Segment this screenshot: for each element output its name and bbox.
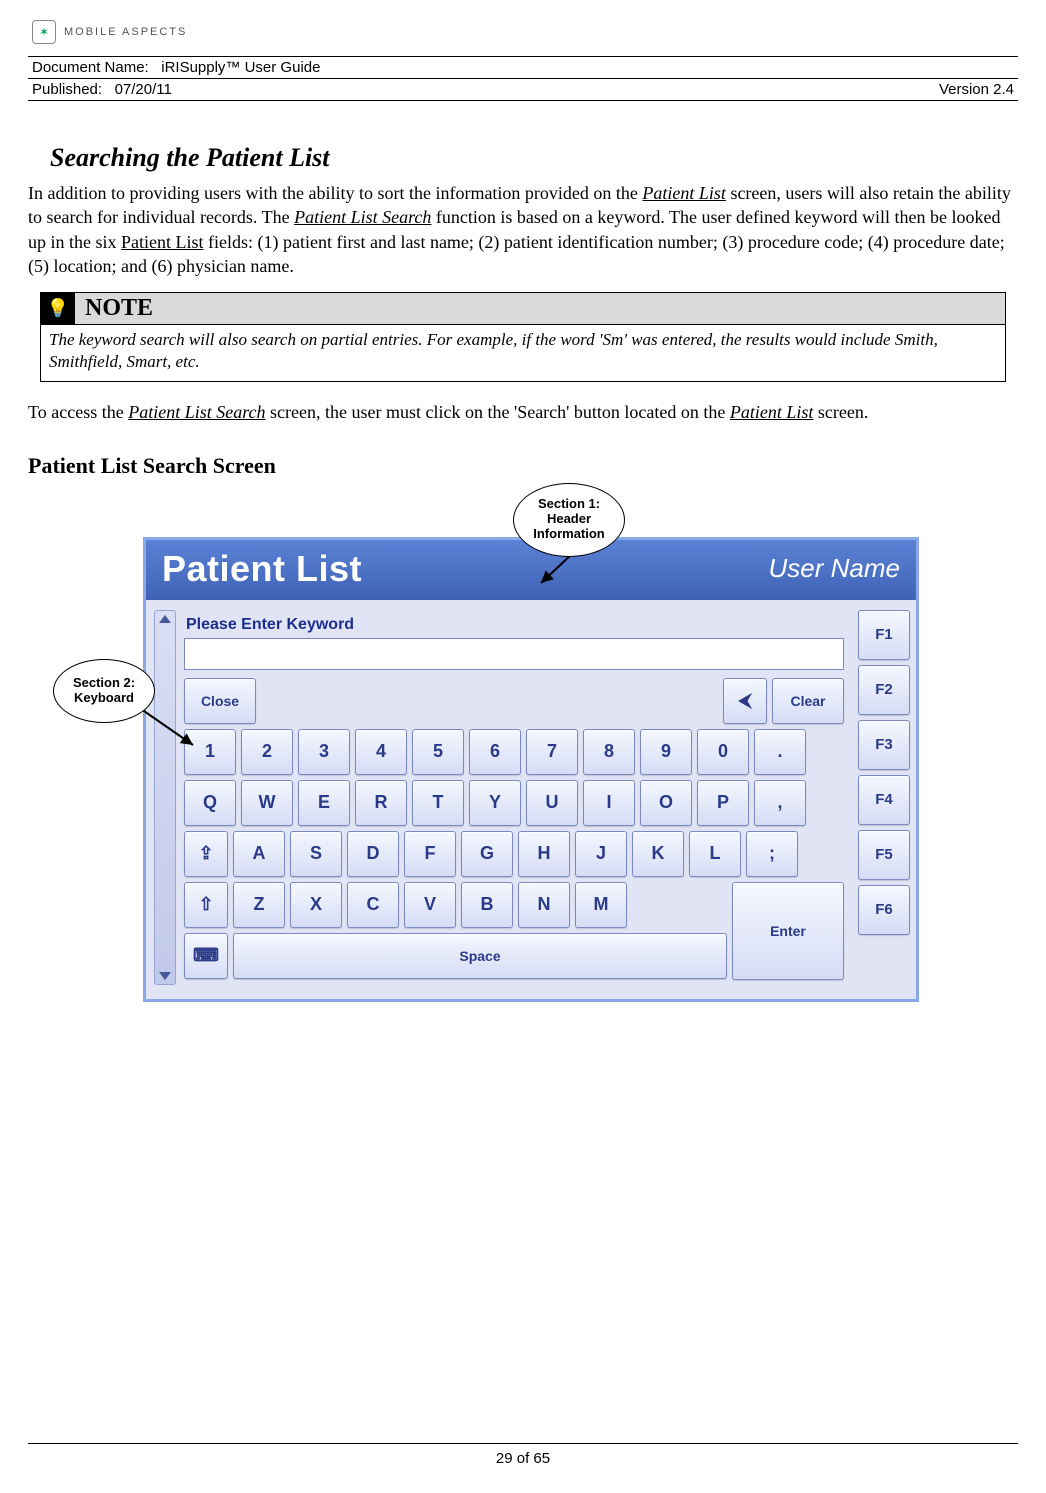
key-5[interactable]: 5 xyxy=(412,729,464,775)
f5-key[interactable]: F5 xyxy=(858,830,910,880)
key-l[interactable]: L xyxy=(689,831,741,877)
version-value: Version 2.4 xyxy=(939,81,1014,98)
key-o[interactable]: O xyxy=(640,780,692,826)
logo-text: MOBILE ASPECTS xyxy=(64,26,187,38)
key-h[interactable]: H xyxy=(518,831,570,877)
lightbulb-icon: 💡 xyxy=(41,293,75,324)
f6-key[interactable]: F6 xyxy=(858,885,910,935)
key-0[interactable]: 0 xyxy=(697,729,749,775)
doc-meta-table: Document Name: iRISupply™ User Guide Pub… xyxy=(28,56,1018,101)
logo-icon: ✶ xyxy=(32,20,56,44)
key-b[interactable]: B xyxy=(461,882,513,928)
f1-key[interactable]: F1 xyxy=(858,610,910,660)
logo: ✶ MOBILE ASPECTS xyxy=(28,20,1018,44)
key-s[interactable]: S xyxy=(290,831,342,877)
clear-button[interactable]: Clear xyxy=(772,678,844,724)
key-a[interactable]: A xyxy=(233,831,285,877)
key-period[interactable]: . xyxy=(754,729,806,775)
page-footer: 29 of 65 xyxy=(28,1443,1018,1467)
subsection-title: Patient List Search Screen xyxy=(28,453,1018,479)
enter-key[interactable]: Enter xyxy=(732,882,844,980)
backspace-key[interactable]: ⮜ xyxy=(723,678,767,724)
paragraph-1: In addition to providing users with the … xyxy=(28,181,1018,278)
key-t[interactable]: T xyxy=(412,780,464,826)
key-z[interactable]: Z xyxy=(233,882,285,928)
note-label: NOTE xyxy=(75,293,163,324)
key-g[interactable]: G xyxy=(461,831,513,877)
key-9[interactable]: 9 xyxy=(640,729,692,775)
keyword-input[interactable] xyxy=(184,638,844,670)
key-x[interactable]: X xyxy=(290,882,342,928)
key-n[interactable]: N xyxy=(518,882,570,928)
app-username: User Name xyxy=(769,553,900,584)
key-4[interactable]: 4 xyxy=(355,729,407,775)
key-u[interactable]: U xyxy=(526,780,578,826)
patient-list-search-window: Patient List User Name Please Enter Keyw… xyxy=(143,537,919,1002)
keyword-label: Please Enter Keyword xyxy=(180,610,848,638)
arrow-icon xyxy=(135,703,205,753)
f2-key[interactable]: F2 xyxy=(858,665,910,715)
key-7[interactable]: 7 xyxy=(526,729,578,775)
key-8[interactable]: 8 xyxy=(583,729,635,775)
key-e[interactable]: E xyxy=(298,780,350,826)
key-2[interactable]: 2 xyxy=(241,729,293,775)
key-d[interactable]: D xyxy=(347,831,399,877)
shift-key[interactable]: ⇧ xyxy=(184,882,228,928)
note-box: 💡 NOTE The keyword search will also sear… xyxy=(40,292,1006,382)
key-v[interactable]: V xyxy=(404,882,456,928)
f3-key[interactable]: F3 xyxy=(858,720,910,770)
note-body: The keyword search will also search on p… xyxy=(41,325,1005,381)
key-j[interactable]: J xyxy=(575,831,627,877)
key-6[interactable]: 6 xyxy=(469,729,521,775)
vertical-scrollbar[interactable] xyxy=(154,610,176,985)
key-comma[interactable]: , xyxy=(754,780,806,826)
key-c[interactable]: C xyxy=(347,882,399,928)
caps-key[interactable]: ⇪ xyxy=(184,831,228,877)
space-key[interactable]: Space xyxy=(233,933,727,979)
alt-keyboard-key[interactable]: ⌨ xyxy=(184,933,228,979)
key-f[interactable]: F xyxy=(404,831,456,877)
app-title: Patient List xyxy=(162,548,362,590)
key-y[interactable]: Y xyxy=(469,780,521,826)
key-3[interactable]: 3 xyxy=(298,729,350,775)
key-r[interactable]: R xyxy=(355,780,407,826)
key-m[interactable]: M xyxy=(575,882,627,928)
key-k[interactable]: K xyxy=(632,831,684,877)
app-header: Patient List User Name xyxy=(146,540,916,600)
key-p[interactable]: P xyxy=(697,780,749,826)
doc-name-label: Document Name: xyxy=(32,59,149,76)
key-q[interactable]: Q xyxy=(184,780,236,826)
key-w[interactable]: W xyxy=(241,780,293,826)
published-value: 07/20/11 xyxy=(115,81,172,98)
key-semicolon[interactable]: ; xyxy=(746,831,798,877)
f4-key[interactable]: F4 xyxy=(858,775,910,825)
doc-name-value: iRISupply™ User Guide xyxy=(161,59,320,76)
callout-section-1: Section 1: Header Information xyxy=(513,483,625,557)
callout-section-2: Section 2: Keyboard xyxy=(53,659,155,723)
section-title: Searching the Patient List xyxy=(50,143,1018,173)
paragraph-2: To access the Patient List Search screen… xyxy=(28,400,1018,424)
published-label: Published: xyxy=(32,81,102,98)
key-i[interactable]: I xyxy=(583,780,635,826)
